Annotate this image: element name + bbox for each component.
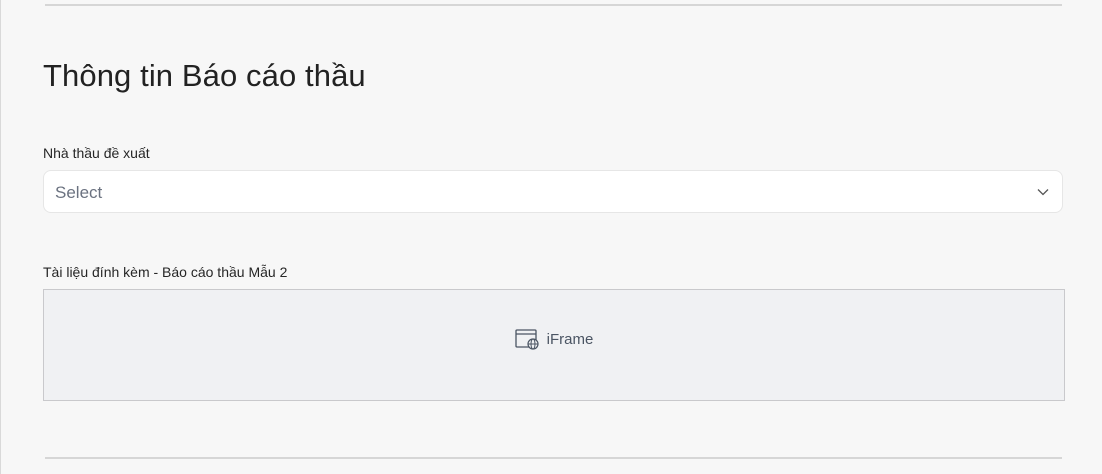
attachment-iframe[interactable]: iFrame <box>43 289 1065 401</box>
frame-left-border <box>0 0 1 474</box>
iframe-label: iFrame <box>546 330 594 348</box>
attachment-field-label: Tài liệu đính kèm - Báo cáo thầu Mẫu 2 <box>43 264 288 280</box>
section-title: Thông tin Báo cáo thầu <box>43 58 366 93</box>
top-divider <box>45 4 1062 6</box>
bottom-divider <box>45 457 1062 459</box>
iframe-placeholder: iFrame <box>44 328 1064 350</box>
contractor-select-placeholder: Select <box>55 183 103 202</box>
contractor-select[interactable]: Select <box>43 170 1063 213</box>
iframe-globe-icon <box>515 329 539 350</box>
contractor-field-label: Nhà thầu đề xuất <box>43 145 150 161</box>
chevron-down-icon <box>1037 189 1049 196</box>
